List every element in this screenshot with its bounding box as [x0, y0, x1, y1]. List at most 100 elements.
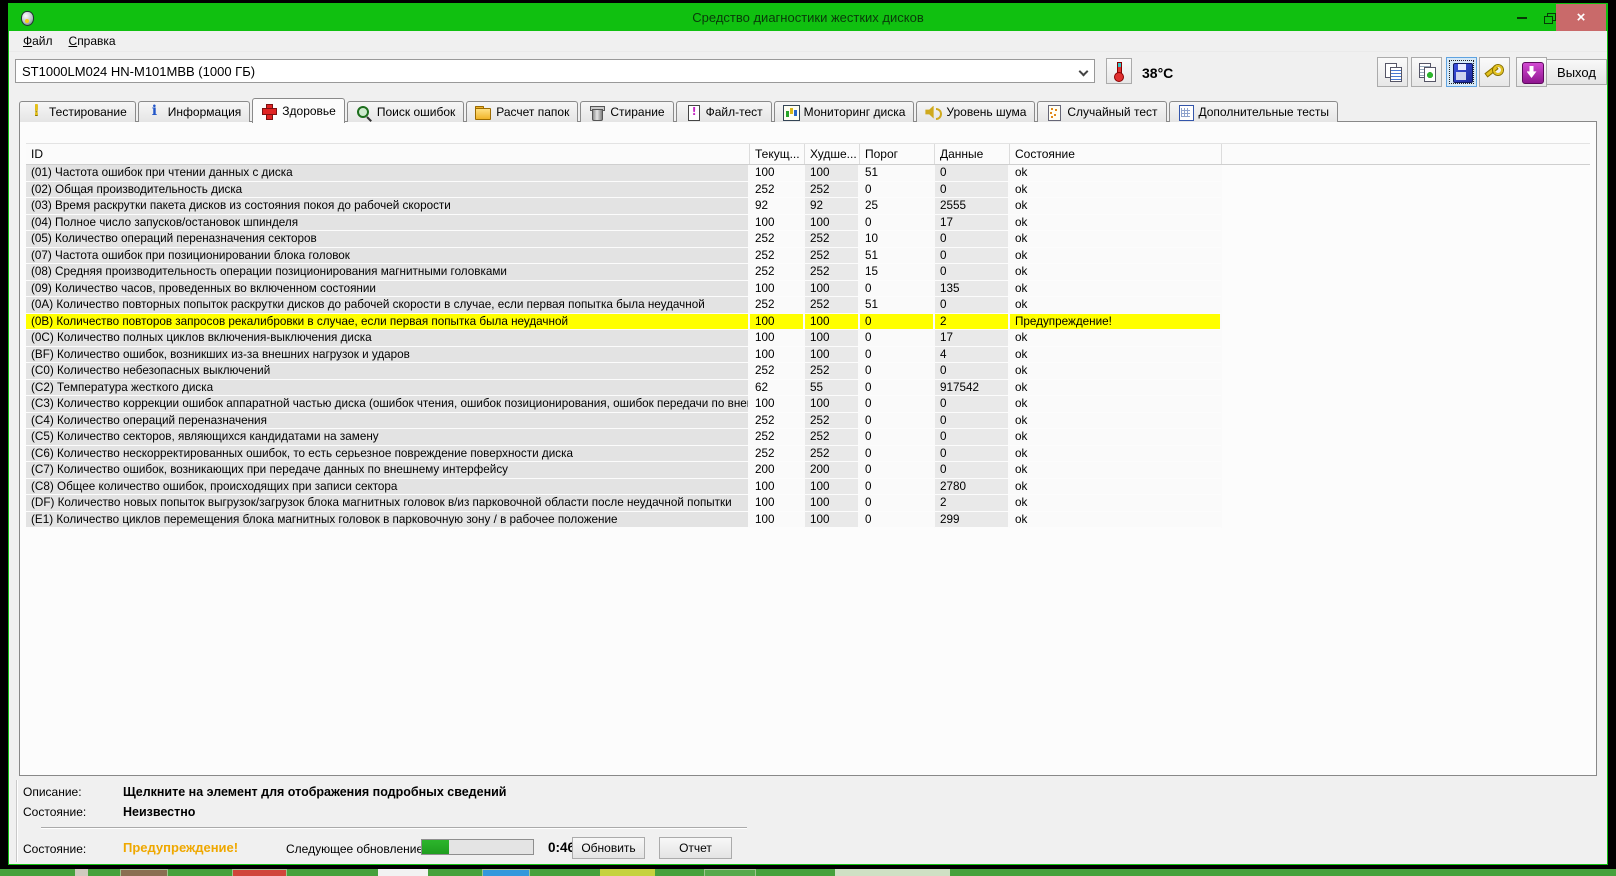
cell-threshold: 0: [860, 396, 935, 413]
menu-help[interactable]: Справка: [61, 34, 124, 48]
cell-status: ok: [1010, 330, 1222, 347]
table-row[interactable]: (0C) Количество полных циклов включения-…: [26, 330, 1590, 347]
tab-file-test[interactable]: Файл-тест: [676, 101, 772, 122]
taskbar-icon[interactable]: [120, 869, 168, 876]
trash-icon: [589, 105, 605, 120]
table-row[interactable]: (08) Средняя производительность операции…: [26, 264, 1590, 281]
tab-noise-level[interactable]: Уровень шума: [916, 101, 1035, 122]
tab-health[interactable]: Здоровье: [252, 98, 345, 123]
menu-file[interactable]: Файл: [15, 34, 61, 48]
cell-status: ok: [1010, 363, 1222, 380]
cell-id: (C8) Общее количество ошибок, происходящ…: [26, 479, 750, 496]
cell-data: 0: [935, 446, 1010, 463]
cell-id: (C3) Количество коррекции ошибок аппарат…: [26, 396, 750, 413]
cell-worst: 92: [805, 198, 860, 215]
tab-extra-tests[interactable]: Дополнительные тесты: [1169, 101, 1338, 122]
table-row[interactable]: (C4) Количество операций переназначения2…: [26, 413, 1590, 430]
tab-information[interactable]: Информация: [138, 101, 250, 122]
column-header[interactable]: Худше...: [805, 144, 860, 164]
table-row[interactable]: (C2) Температура жесткого диска625509175…: [26, 380, 1590, 397]
taskbar-icon[interactable]: [600, 869, 655, 876]
table-row[interactable]: (C3) Количество коррекции ошибок аппарат…: [26, 396, 1590, 413]
tab-testing[interactable]: Тестирование: [19, 101, 136, 122]
tab-disk-monitor[interactable]: Мониторинг диска: [774, 101, 915, 122]
tab-erase[interactable]: Стирание: [580, 101, 673, 122]
cell-id: (C0) Количество небезопасных выключений: [26, 363, 750, 380]
column-header[interactable]: ID: [26, 144, 750, 164]
cell-worst: 252: [805, 231, 860, 248]
cell-filler: [1222, 330, 1590, 347]
table-row[interactable]: (03) Время раскрутки пакета дисков из со…: [26, 198, 1590, 215]
restore-icon: [1544, 13, 1555, 23]
divider: [41, 827, 747, 829]
taskbar-icon[interactable]: [835, 869, 950, 876]
copy-text-button[interactable]: [1377, 57, 1408, 87]
taskbar-icon[interactable]: [482, 869, 530, 876]
column-header[interactable]: Данные: [935, 144, 1010, 164]
close-button[interactable]: ×: [1556, 4, 1606, 31]
table-row[interactable]: (0B) Количество повторов запросов рекали…: [26, 314, 1590, 331]
table-row[interactable]: (09) Количество часов, проведенных во вк…: [26, 281, 1590, 298]
taskbar-icon[interactable]: [75, 869, 88, 876]
column-header[interactable]: Состояние: [1010, 144, 1222, 164]
titlebar[interactable]: Средство диагностики жестких дисков ×: [9, 4, 1607, 31]
table-row[interactable]: (C7) Количество ошибок, возникающих при …: [26, 462, 1590, 479]
table-row[interactable]: (04) Полное число запусков/остановок шпи…: [26, 215, 1590, 232]
table-row[interactable]: (E1) Количество циклов перемещения блока…: [26, 512, 1590, 529]
cell-current: 100: [750, 512, 805, 529]
tab-folder-calc[interactable]: Расчет папок: [466, 101, 578, 122]
window-title: Средство диагностики жестких дисков: [9, 10, 1607, 25]
copy-image-button[interactable]: [1411, 57, 1442, 87]
table-row[interactable]: (C8) Общее количество ошибок, происходящ…: [26, 479, 1590, 496]
cell-current: 252: [750, 446, 805, 463]
minimize-button[interactable]: [1509, 4, 1535, 31]
cell-threshold: 0: [860, 281, 935, 298]
cell-id: (0A) Количество повторных попыток раскру…: [26, 297, 750, 314]
cell-status: ok: [1010, 281, 1222, 298]
cell-current: 100: [750, 281, 805, 298]
tab-label: Расчет папок: [496, 105, 569, 119]
column-header[interactable]: Порог: [860, 144, 935, 164]
cell-status: ok: [1010, 347, 1222, 364]
taskbar-icon[interactable]: [378, 869, 428, 876]
table-row[interactable]: (C5) Количество секторов, являющихся кан…: [26, 429, 1590, 446]
table-row[interactable]: (C0) Количество небезопасных выключений2…: [26, 363, 1590, 380]
cell-status: ok: [1010, 297, 1222, 314]
smart-table-body: (01) Частота ошибок при чтении данных с …: [26, 165, 1590, 528]
table-row[interactable]: (DF) Количество новых попыток выгрузок/з…: [26, 495, 1590, 512]
speaker-icon: [925, 105, 941, 120]
tools-button[interactable]: [1479, 57, 1510, 87]
cell-status: ok: [1010, 413, 1222, 430]
table-row[interactable]: (02) Общая производительность диска25225…: [26, 182, 1590, 199]
taskbar-icon[interactable]: [232, 869, 287, 876]
cell-data: 4: [935, 347, 1010, 364]
drive-select[interactable]: ST1000LM024 HN-M101MBB (1000 ГБ): [15, 59, 1095, 83]
download-button[interactable]: [1516, 57, 1547, 87]
table-row[interactable]: (05) Количество операций переназначения …: [26, 231, 1590, 248]
cell-filler: [1222, 512, 1590, 529]
temperature-button[interactable]: [1106, 58, 1132, 84]
table-row[interactable]: (0A) Количество повторных попыток раскру…: [26, 297, 1590, 314]
taskbar-icon[interactable]: [704, 869, 756, 876]
save-button[interactable]: [1446, 57, 1477, 87]
cell-id: (C6) Количество нескорректированных ошиб…: [26, 446, 750, 463]
tab-error-scan[interactable]: Поиск ошибок: [347, 101, 464, 122]
table-row[interactable]: (C6) Количество нескорректированных ошиб…: [26, 446, 1590, 463]
cell-threshold: 51: [860, 297, 935, 314]
column-header-filler: [1222, 144, 1590, 164]
tab-label: Тестирование: [49, 105, 127, 119]
table-row[interactable]: (01) Частота ошибок при чтении данных с …: [26, 165, 1590, 182]
table-row[interactable]: (07) Частота ошибок при позиционировании…: [26, 248, 1590, 265]
tools-icon: [1486, 63, 1504, 81]
report-button[interactable]: Отчет: [659, 837, 732, 859]
taskbar[interactable]: [0, 869, 1616, 876]
cell-status: ok: [1010, 182, 1222, 199]
table-row[interactable]: (BF) Количество ошибок, возникших из-за …: [26, 347, 1590, 364]
column-header[interactable]: Текущ...: [750, 144, 805, 164]
countdown: 0:46: [548, 840, 575, 855]
exit-button[interactable]: Выход: [1546, 59, 1607, 85]
tab-label: Уровень шума: [946, 105, 1026, 119]
tab-random-test[interactable]: Случайный тест: [1037, 101, 1166, 122]
refresh-button[interactable]: Обновить: [572, 837, 645, 859]
thermometer-icon: [1111, 61, 1127, 81]
